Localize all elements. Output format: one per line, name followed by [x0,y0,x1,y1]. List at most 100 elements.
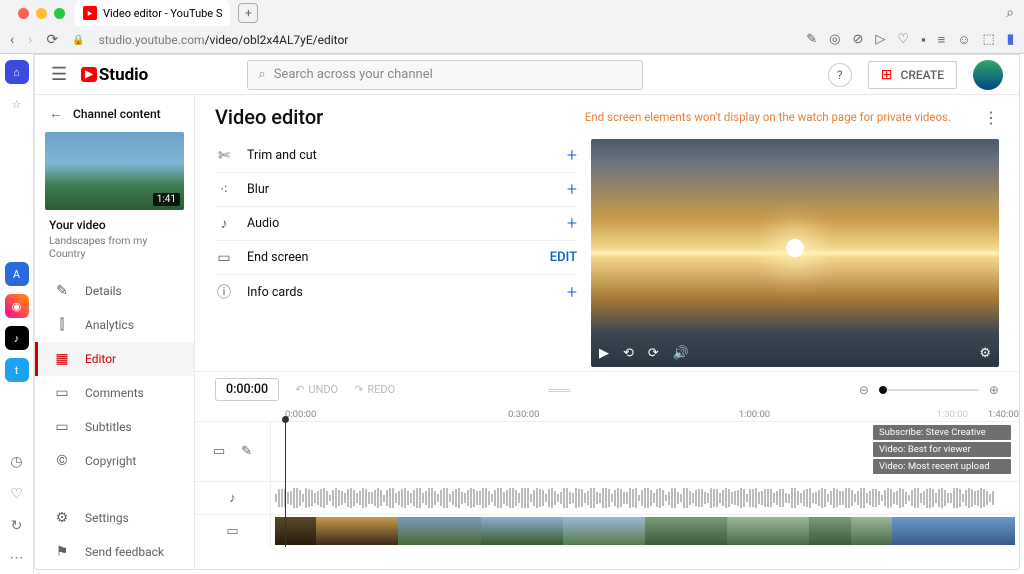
search-input[interactable]: ⌕ Search across your channel [247,60,643,90]
video-thumbnail[interactable]: 1:41 [45,132,184,210]
editor-icon: ▦ [53,351,71,367]
app-store[interactable]: A [5,262,29,286]
page-title: Video editor [215,105,323,129]
play-button[interactable]: ▶ [599,346,609,361]
rewind-button[interactable]: ⟲ [623,346,634,361]
tool-blur[interactable]: ⁖Blur+ [215,173,577,207]
waveform[interactable] [275,488,1015,508]
avatar[interactable] [973,60,1003,90]
subtitles-icon: ▭ [53,419,71,435]
sidebar-item-details[interactable]: ✎Details [35,274,194,308]
playhead[interactable] [285,421,286,547]
check-icon[interactable]: ⊘ [853,32,864,48]
app-twitter[interactable]: t [5,358,29,382]
audio-lane-icon: ♪ [229,490,236,506]
lane-endscreen: ▭✎ Subscribe: Steve Creative Video: Best… [195,421,1019,481]
dashboard-icon[interactable]: ◷ [10,454,22,470]
help-button[interactable]: ? [828,63,852,87]
music-icon: ♪ [215,215,233,232]
timeline-ruler[interactable]: 0:00:00 0:30:00 1:00:00 1:30:00 1:40:00 [195,407,1019,421]
edit-icon[interactable]: ✎ [806,32,817,48]
gear-icon: ⚙ [53,510,71,526]
app-home[interactable]: ⌂ [5,60,29,84]
add-infocards-button[interactable]: + [567,282,577,303]
more-menu-button[interactable]: ⋮ [983,108,999,127]
box-icon[interactable]: ⬚ [983,32,995,48]
sidebar-title[interactable]: Channel content [73,107,161,121]
undo-button[interactable]: ↶ UNDO [295,383,338,396]
back-arrow-icon[interactable]: ← [49,105,63,122]
sidebar-item-copyright[interactable]: ©Copyright [35,444,194,478]
studio-logo[interactable]: ▶Studio [81,65,148,85]
edit-lane-icon[interactable]: ✎ [241,444,252,459]
video-preview[interactable]: ▶ ⟲ ⟳ 🔊 ⚙ [591,139,999,367]
heart-icon[interactable]: ♡ [897,32,909,48]
youtube-favicon [83,6,97,20]
reload-button[interactable]: ⟳ [46,32,58,48]
edit-endscreen-button[interactable]: EDIT [550,250,577,265]
zoom-out-button[interactable]: ⊖ [859,383,869,397]
sidebar-item-feedback[interactable]: ⚑Send feedback [35,535,194,569]
zoom-slider[interactable] [879,389,979,391]
zoom-in-button[interactable]: ⊕ [989,383,999,397]
address-bar[interactable]: studio.youtube.com/video/obl2x4AL7yE/edi… [99,33,793,47]
menu-button[interactable]: ☰ [51,64,67,85]
warning-text: End screen elements won't display on the… [585,110,951,124]
video-icon[interactable]: ▪ [921,32,926,48]
panel-resize-grip[interactable]: ═══ [549,383,569,397]
copyright-icon: © [53,453,71,469]
endscreen-element[interactable]: Video: Most recent upload [873,459,1011,474]
tool-trim[interactable]: ✄Trim and cut+ [215,139,577,173]
history-icon[interactable]: ↻ [11,518,23,534]
window-controls[interactable] [8,8,75,19]
app-tiktok[interactable]: ♪ [5,326,29,350]
app-instagram[interactable]: ◉ [5,294,29,318]
feedback-icon: ⚑ [53,544,71,560]
volume-button[interactable]: 🔊 [673,346,689,361]
add-blur-button[interactable]: + [567,179,577,200]
time-display[interactable]: 0:00:00 [215,378,279,401]
app-header: ☰ ▶Studio ⌕ Search across your channel ?… [35,55,1019,95]
heart-icon[interactable]: ♡ [10,486,23,502]
endscreen-element[interactable]: Video: Best for viewer [873,442,1011,457]
app-star[interactable]: ☆ [5,92,29,116]
camera-icon[interactable]: ◎ [829,32,840,48]
forward-button[interactable]: ⟳ [648,346,659,361]
tool-audio[interactable]: ♪Audio+ [215,207,577,241]
sidebar-item-analytics[interactable]: ⫿Analytics [35,308,194,342]
create-button[interactable]: ⊞ CREATE [868,61,957,89]
back-button[interactable]: ‹ [10,32,14,48]
pencil-icon: ✎ [53,283,71,299]
menu-icon[interactable]: ▮ [1007,32,1014,48]
video-lane-icon: ▭ [226,524,238,539]
endscreen-element[interactable]: Subscribe: Steve Creative [873,425,1011,440]
add-audio-button[interactable]: + [567,213,577,234]
duration-badge: 1:41 [153,193,180,206]
send-icon[interactable]: ▷ [875,32,885,48]
endscreen-icon: ▭ [215,250,233,266]
add-trim-button[interactable]: + [567,145,577,166]
sidebar-item-settings[interactable]: ⚙Settings [35,501,194,535]
new-tab-button[interactable]: + [238,3,258,23]
more-icon[interactable]: ⋯ [10,550,24,566]
tab-title: Video editor - YouTube S [103,7,222,20]
filmstrip[interactable] [275,517,1015,545]
tool-infocards[interactable]: ⓘInfo cards+ [215,275,577,309]
browser-search-icon[interactable]: ⌕ [1006,5,1024,21]
list-icon[interactable]: ≡ [938,32,946,48]
search-icon: ⌕ [258,67,265,82]
tool-endscreen[interactable]: ▭End screenEDIT [215,241,577,275]
sidebar-item-editor[interactable]: ▦Editor [35,342,194,376]
forward-button[interactable]: › [28,32,32,48]
person-icon[interactable]: ☺ [957,32,970,48]
lock-icon: 🔒 [72,35,84,46]
lane-audio: ♪ [195,481,1019,514]
player-settings-button[interactable]: ⚙ [979,346,991,361]
comments-icon: ▭ [53,385,71,401]
os-dock: ⌂ ☆ A ◉ ♪ t ◷ ♡ ↻ ⋯ [0,54,34,574]
sidebar-item-comments[interactable]: ▭Comments [35,376,194,410]
sidebar-item-subtitles[interactable]: ▭Subtitles [35,410,194,444]
redo-button[interactable]: ↷ REDO [354,383,395,396]
browser-tab[interactable]: Video editor - YouTube S [75,0,230,26]
create-plus-icon: ⊞ [881,67,893,83]
